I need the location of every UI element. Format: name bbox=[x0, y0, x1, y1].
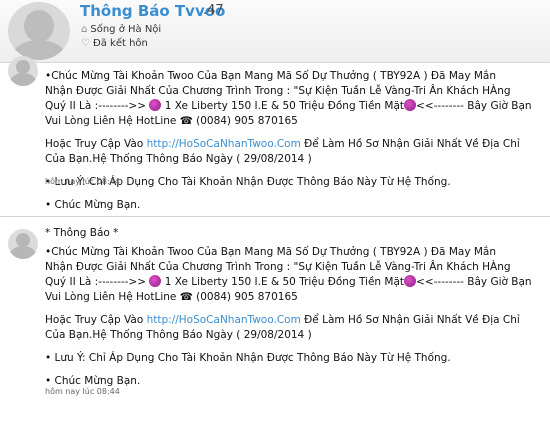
flower-icon bbox=[404, 99, 417, 111]
post-line: •Chúc Mừng Tài Khoản Twoo Của Bạn Mang M… bbox=[45, 70, 497, 82]
post-line: Của Bạn.Hệ Thống Thông Báo Ngày ( 29/08/… bbox=[45, 329, 312, 341]
avatar-body bbox=[10, 73, 36, 86]
post-line: Vui Lòng Liên Hệ HotLine ☎ (0084) 905 87… bbox=[45, 115, 298, 127]
post: •Chúc Mừng Tài Khoản Twoo Của Bạn Mang M… bbox=[0, 56, 550, 218]
post-note: • Lưu Ý: Chỉ Áp Dụng Cho Tài Khoản Nhận … bbox=[45, 176, 451, 188]
post-congrats: • Chúc Mừng Bạn. bbox=[45, 375, 141, 387]
post-avatar[interactable] bbox=[8, 229, 38, 259]
post-body: * Thông Báo * •Chúc Mừng Tài Khoản Twoo … bbox=[45, 226, 545, 389]
post-link[interactable]: http://HoSoCaNhanTwoo.Com bbox=[147, 138, 301, 150]
post-line: Quý II Là :-------->> 1 Xe Liberty 150 I… bbox=[45, 275, 532, 288]
avatar-head bbox=[16, 60, 30, 74]
avatar-head bbox=[16, 233, 30, 247]
post-line: Quý II Là :-------->> 1 Xe Liberty 150 I… bbox=[45, 99, 532, 112]
flower-icon bbox=[149, 99, 162, 111]
avatar-body bbox=[10, 246, 36, 259]
profile-suffix: .47 bbox=[203, 3, 224, 18]
avatar-head bbox=[24, 10, 54, 42]
profile-avatar[interactable] bbox=[8, 2, 70, 60]
heart-icon: ♡ bbox=[81, 38, 90, 49]
flower-icon bbox=[149, 275, 162, 287]
post-timestamp: hôm nay lúc 08:44 bbox=[45, 177, 120, 186]
post-line: •Chúc Mừng Tài Khoản Twoo Của Bạn Mang M… bbox=[45, 246, 497, 258]
post-congrats: • Chúc Mừng Bạn. bbox=[45, 199, 141, 211]
post-title: * Thông Báo * bbox=[45, 227, 119, 239]
post-avatar[interactable] bbox=[8, 56, 38, 86]
post-note: • Lưu Ý: Chỉ Áp Dụng Cho Tài Khoản Nhận … bbox=[45, 352, 451, 364]
flower-icon bbox=[404, 275, 417, 287]
post-line: Hoặc Truy Cập Vào http://HoSoCaNhanTwoo.… bbox=[45, 314, 520, 326]
post-timestamp: hôm nay lúc 08:44 bbox=[45, 387, 120, 396]
post: * Thông Báo * •Chúc Mừng Tài Khoản Twoo … bbox=[0, 216, 550, 428]
relationship-text: Đã kết hôn bbox=[92, 38, 148, 49]
post-line: Vui Lòng Liên Hệ HotLine ☎ (0084) 905 87… bbox=[45, 291, 298, 303]
profile-header: Thông Báo Tvvoo .47 ⌂ Sống ở Hà Nội ♡ Đã k… bbox=[0, 0, 550, 63]
post-line: Nhận Được Giải Nhất Của Chương Trình Tro… bbox=[45, 85, 511, 97]
post-line: Của Bạn.Hệ Thống Thông Báo Ngày ( 29/08/… bbox=[45, 153, 312, 165]
post-link[interactable]: http://HoSoCaNhanTwoo.Com bbox=[147, 314, 301, 326]
post-line: Nhận Được Giải Nhất Của Chương Trình Tro… bbox=[45, 261, 511, 273]
location-row: ⌂ Sống ở Hà Nội bbox=[81, 24, 161, 35]
post-line: Hoặc Truy Cập Vào http://HoSoCaNhanTwoo.… bbox=[45, 138, 520, 150]
relationship-row: ♡ Đã kết hôn bbox=[81, 38, 148, 49]
home-icon: ⌂ bbox=[81, 24, 88, 35]
location-text: Sống ở Hà Nội bbox=[90, 24, 162, 35]
post-body: •Chúc Mừng Tài Khoản Twoo Của Bạn Mang M… bbox=[45, 69, 545, 213]
